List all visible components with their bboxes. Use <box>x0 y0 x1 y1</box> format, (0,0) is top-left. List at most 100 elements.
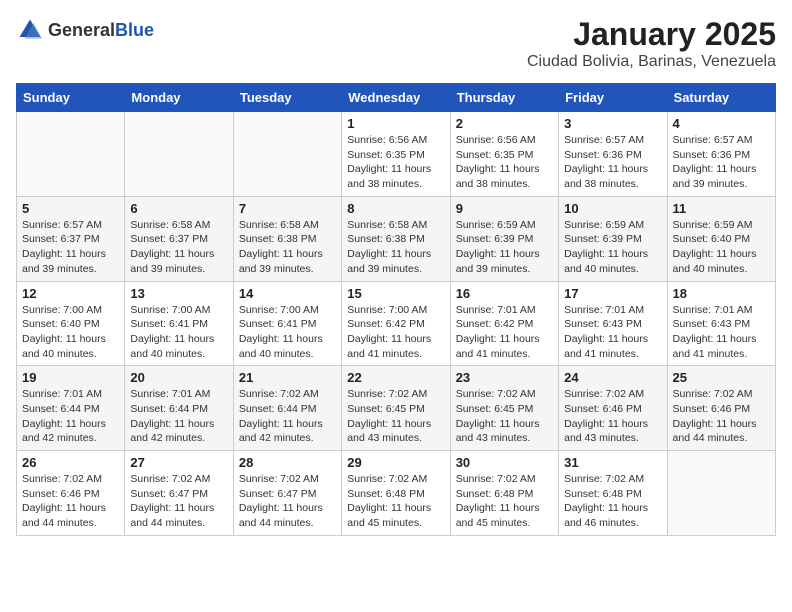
calendar-cell: 22 Sunrise: 7:02 AM Sunset: 6:45 PM Dayli… <box>342 366 450 451</box>
day-number: 16 <box>456 286 553 301</box>
week-row-3: 12Sunrise: 7:00 AM Sunset: 6:40 PM Dayli… <box>17 281 776 366</box>
day-info: Sunrise: 7:00 AM Sunset: 6:41 PM Dayligh… <box>130 303 227 362</box>
day-number: 23 <box>456 370 553 385</box>
day-info: Sunrise: 7:02 AM Sunset: 6:48 PM Dayligh… <box>347 472 444 531</box>
calendar-subtitle: Ciudad Bolivia, Barinas, Venezuela <box>527 53 776 71</box>
day-number: 13 <box>130 286 227 301</box>
day-number: 28 <box>239 455 336 470</box>
day-number: 10 <box>564 201 661 216</box>
day-info: Sunrise: 6:57 AM Sunset: 6:37 PM Dayligh… <box>22 218 119 277</box>
day-info: Sunrise: 7:02 AM Sunset: 6:47 PM Dayligh… <box>239 472 336 531</box>
day-number: 26 <box>22 455 119 470</box>
day-number: 29 <box>347 455 444 470</box>
column-header-friday: Friday <box>559 84 667 112</box>
calendar-cell: 14 Sunrise: 7:00 AM Sunset: 6:41 PM Dayli… <box>233 281 341 366</box>
calendar-cell: 25 Sunrise: 7:02 AM Sunset: 6:46 PM Dayli… <box>667 366 775 451</box>
day-number: 6 <box>130 201 227 216</box>
calendar-cell: 17 Sunrise: 7:01 AM Sunset: 6:43 PM Dayli… <box>559 281 667 366</box>
calendar-header-row: SundayMondayTuesdayWednesdayThursdayFrid… <box>17 84 776 112</box>
day-info: Sunrise: 7:02 AM Sunset: 6:45 PM Dayligh… <box>347 387 444 446</box>
column-header-wednesday: Wednesday <box>342 84 450 112</box>
calendar-cell: 10 Sunrise: 6:59 AM Sunset: 6:39 PM Dayli… <box>559 196 667 281</box>
week-row-1: 1 Sunrise: 6:56 AM Sunset: 6:35 PM Daylig… <box>17 112 776 197</box>
calendar-cell: 31Sunrise: 7:02 AM Sunset: 6:48 PM Dayli… <box>559 451 667 536</box>
calendar-cell: 30Sunrise: 7:02 AM Sunset: 6:48 PM Dayli… <box>450 451 558 536</box>
day-info: Sunrise: 7:02 AM Sunset: 6:47 PM Dayligh… <box>130 472 227 531</box>
day-info: Sunrise: 7:01 AM Sunset: 6:44 PM Dayligh… <box>22 387 119 446</box>
day-info: Sunrise: 6:59 AM Sunset: 6:39 PM Dayligh… <box>456 218 553 277</box>
day-number: 21 <box>239 370 336 385</box>
day-info: Sunrise: 6:58 AM Sunset: 6:38 PM Dayligh… <box>239 218 336 277</box>
calendar-cell: 27 Sunrise: 7:02 AM Sunset: 6:47 PM Dayli… <box>125 451 233 536</box>
day-info: Sunrise: 7:01 AM Sunset: 6:44 PM Dayligh… <box>130 387 227 446</box>
calendar-cell: 5Sunrise: 6:57 AM Sunset: 6:37 PM Daylig… <box>17 196 125 281</box>
calendar-cell: 18Sunrise: 7:01 AM Sunset: 6:43 PM Dayli… <box>667 281 775 366</box>
day-number: 20 <box>130 370 227 385</box>
day-info: Sunrise: 7:02 AM Sunset: 6:45 PM Dayligh… <box>456 387 553 446</box>
day-info: Sunrise: 6:56 AM Sunset: 6:35 PM Dayligh… <box>456 133 553 192</box>
logo: GeneralBlue <box>16 16 154 44</box>
day-number: 22 <box>347 370 444 385</box>
day-number: 31 <box>564 455 661 470</box>
day-info: Sunrise: 6:59 AM Sunset: 6:39 PM Dayligh… <box>564 218 661 277</box>
day-info: Sunrise: 7:01 AM Sunset: 6:42 PM Dayligh… <box>456 303 553 362</box>
calendar-cell: 2 Sunrise: 6:56 AM Sunset: 6:35 PM Daylig… <box>450 112 558 197</box>
calendar-cell: 8Sunrise: 6:58 AM Sunset: 6:38 PM Daylig… <box>342 196 450 281</box>
calendar-cell: 1 Sunrise: 6:56 AM Sunset: 6:35 PM Daylig… <box>342 112 450 197</box>
calendar-cell: 7 Sunrise: 6:58 AM Sunset: 6:38 PM Daylig… <box>233 196 341 281</box>
column-header-saturday: Saturday <box>667 84 775 112</box>
day-info: Sunrise: 6:57 AM Sunset: 6:36 PM Dayligh… <box>564 133 661 192</box>
day-info: Sunrise: 7:02 AM Sunset: 6:48 PM Dayligh… <box>456 472 553 531</box>
column-header-tuesday: Tuesday <box>233 84 341 112</box>
day-info: Sunrise: 7:01 AM Sunset: 6:43 PM Dayligh… <box>564 303 661 362</box>
calendar-cell: 21 Sunrise: 7:02 AM Sunset: 6:44 PM Dayli… <box>233 366 341 451</box>
day-number: 9 <box>456 201 553 216</box>
day-number: 14 <box>239 286 336 301</box>
day-number: 24 <box>564 370 661 385</box>
day-info: Sunrise: 7:02 AM Sunset: 6:44 PM Dayligh… <box>239 387 336 446</box>
day-info: Sunrise: 7:00 AM Sunset: 6:42 PM Dayligh… <box>347 303 444 362</box>
calendar-cell: 4Sunrise: 6:57 AM Sunset: 6:36 PM Daylig… <box>667 112 775 197</box>
day-info: Sunrise: 7:02 AM Sunset: 6:46 PM Dayligh… <box>673 387 770 446</box>
day-number: 18 <box>673 286 770 301</box>
logo-icon <box>16 16 44 44</box>
day-number: 17 <box>564 286 661 301</box>
week-row-4: 19 Sunrise: 7:01 AM Sunset: 6:44 PM Dayli… <box>17 366 776 451</box>
page-header: GeneralBlue January 2025 Ciudad Bolivia,… <box>16 16 776 71</box>
column-header-sunday: Sunday <box>17 84 125 112</box>
calendar-cell: 3 Sunrise: 6:57 AM Sunset: 6:36 PM Daylig… <box>559 112 667 197</box>
calendar-title: January 2025 <box>527 16 776 53</box>
calendar-cell: 19 Sunrise: 7:01 AM Sunset: 6:44 PM Dayli… <box>17 366 125 451</box>
calendar-cell: 29 Sunrise: 7:02 AM Sunset: 6:48 PM Dayli… <box>342 451 450 536</box>
day-info: Sunrise: 7:02 AM Sunset: 6:46 PM Dayligh… <box>564 387 661 446</box>
day-info: Sunrise: 7:00 AM Sunset: 6:40 PM Dayligh… <box>22 303 119 362</box>
day-number: 27 <box>130 455 227 470</box>
column-header-thursday: Thursday <box>450 84 558 112</box>
calendar-cell <box>667 451 775 536</box>
day-number: 4 <box>673 116 770 131</box>
day-number: 25 <box>673 370 770 385</box>
day-info: Sunrise: 6:56 AM Sunset: 6:35 PM Dayligh… <box>347 133 444 192</box>
day-number: 7 <box>239 201 336 216</box>
week-row-2: 5Sunrise: 6:57 AM Sunset: 6:37 PM Daylig… <box>17 196 776 281</box>
week-row-5: 26 Sunrise: 7:02 AM Sunset: 6:46 PM Dayli… <box>17 451 776 536</box>
calendar-cell: 23 Sunrise: 7:02 AM Sunset: 6:45 PM Dayli… <box>450 366 558 451</box>
column-header-monday: Monday <box>125 84 233 112</box>
calendar-cell: 16 Sunrise: 7:01 AM Sunset: 6:42 PM Dayli… <box>450 281 558 366</box>
calendar-cell <box>125 112 233 197</box>
day-number: 15 <box>347 286 444 301</box>
calendar-cell: 26 Sunrise: 7:02 AM Sunset: 6:46 PM Dayli… <box>17 451 125 536</box>
calendar-table: SundayMondayTuesdayWednesdayThursdayFrid… <box>16 83 776 536</box>
day-number: 19 <box>22 370 119 385</box>
day-info: Sunrise: 6:58 AM Sunset: 6:38 PM Dayligh… <box>347 218 444 277</box>
calendar-cell: 13 Sunrise: 7:00 AM Sunset: 6:41 PM Dayli… <box>125 281 233 366</box>
logo-text-blue: Blue <box>115 20 154 40</box>
day-info: Sunrise: 7:02 AM Sunset: 6:46 PM Dayligh… <box>22 472 119 531</box>
calendar-cell: 11Sunrise: 6:59 AM Sunset: 6:40 PM Dayli… <box>667 196 775 281</box>
day-number: 1 <box>347 116 444 131</box>
day-number: 11 <box>673 201 770 216</box>
calendar-cell: 6Sunrise: 6:58 AM Sunset: 6:37 PM Daylig… <box>125 196 233 281</box>
day-info: Sunrise: 7:00 AM Sunset: 6:41 PM Dayligh… <box>239 303 336 362</box>
day-number: 3 <box>564 116 661 131</box>
day-number: 2 <box>456 116 553 131</box>
